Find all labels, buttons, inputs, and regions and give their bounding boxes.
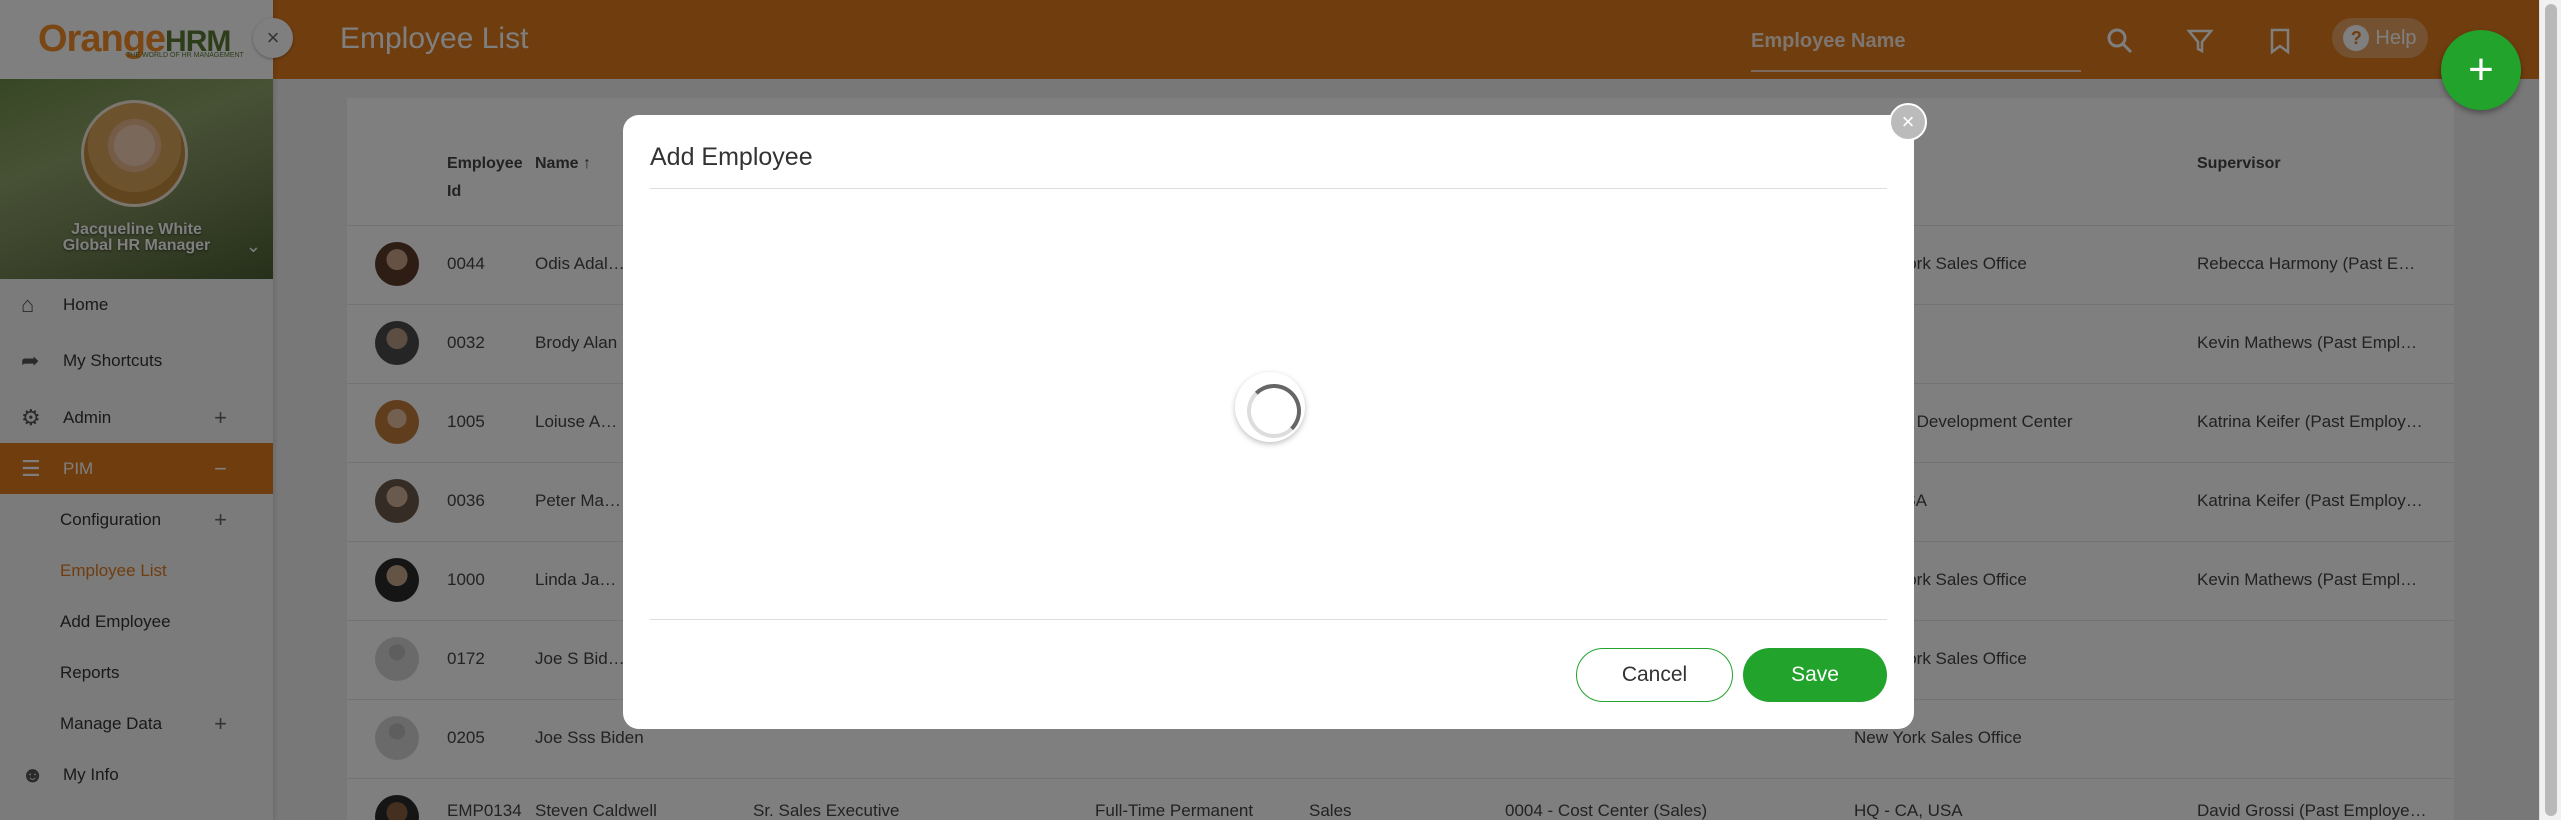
add-employee-dialog: Add Employee × Cancel Save <box>623 103 1927 729</box>
scrollbar-thumb[interactable] <box>2545 4 2557 816</box>
close-icon: × <box>1901 109 1915 134</box>
loading-spinner-icon <box>1235 372 1305 442</box>
dialog-title: Add Employee <box>650 143 813 171</box>
add-employee-fab-button[interactable]: + <box>2441 30 2521 110</box>
plus-icon: + <box>2468 45 2494 94</box>
save-button[interactable]: Save <box>1743 648 1887 702</box>
scrollbar[interactable] <box>2539 0 2561 820</box>
cancel-button[interactable]: Cancel <box>1576 648 1733 702</box>
divider <box>650 619 1887 620</box>
close-dialog-button[interactable]: × <box>1889 103 1927 141</box>
divider <box>650 188 1887 189</box>
